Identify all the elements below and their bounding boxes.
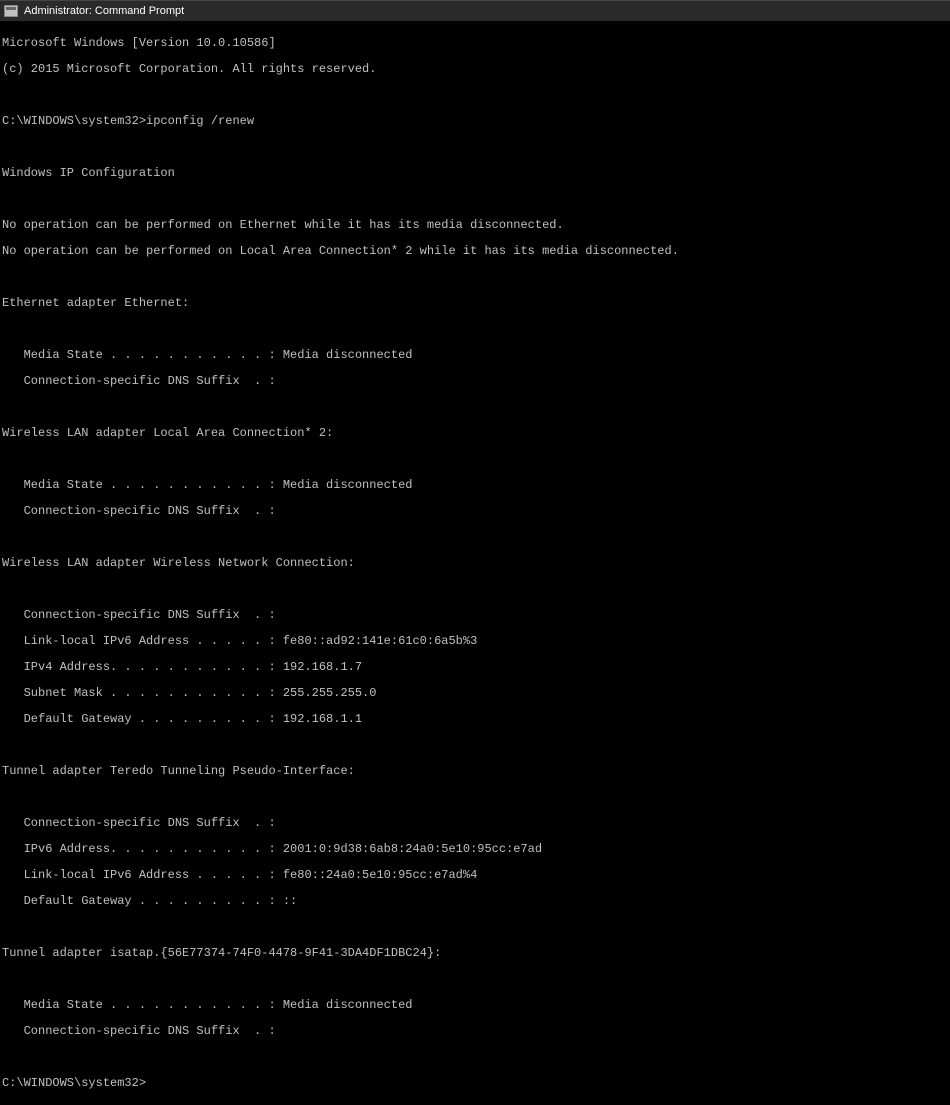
output-line xyxy=(2,271,948,284)
output-line: IPv4 Address. . . . . . . . . . . : 192.… xyxy=(2,661,948,674)
output-line: Connection-specific DNS Suffix . : xyxy=(2,609,948,622)
output-line: Subnet Mask . . . . . . . . . . . : 255.… xyxy=(2,687,948,700)
output-line: Connection-specific DNS Suffix . : xyxy=(2,817,948,830)
output-line: Tunnel adapter Teredo Tunneling Pseudo-I… xyxy=(2,765,948,778)
output-line: Microsoft Windows [Version 10.0.10586] xyxy=(2,37,948,50)
output-line: Wireless LAN adapter Local Area Connecti… xyxy=(2,427,948,440)
output-line xyxy=(2,193,948,206)
window-titlebar[interactable]: Administrator: Command Prompt xyxy=(0,0,950,22)
output-line: Link-local IPv6 Address . . . . . : fe80… xyxy=(2,869,948,882)
output-line xyxy=(2,791,948,804)
prompt-line: C:\WINDOWS\system32>ipconfig /renew xyxy=(2,115,948,128)
output-line: Ethernet adapter Ethernet: xyxy=(2,297,948,310)
output-line: (c) 2015 Microsoft Corporation. All righ… xyxy=(2,63,948,76)
output-line: Default Gateway . . . . . . . . . : :: xyxy=(2,895,948,908)
output-line xyxy=(2,323,948,336)
output-line xyxy=(2,973,948,986)
output-line xyxy=(2,583,948,596)
output-line xyxy=(2,739,948,752)
output-line xyxy=(2,401,948,414)
output-line xyxy=(2,1051,948,1064)
output-line: Media State . . . . . . . . . . . : Medi… xyxy=(2,479,948,492)
output-line: Link-local IPv6 Address . . . . . : fe80… xyxy=(2,635,948,648)
output-line xyxy=(2,89,948,102)
output-line: No operation can be performed on Etherne… xyxy=(2,219,948,232)
output-line xyxy=(2,921,948,934)
terminal-output[interactable]: Microsoft Windows [Version 10.0.10586] (… xyxy=(0,22,950,1105)
output-line: Default Gateway . . . . . . . . . : 192.… xyxy=(2,713,948,726)
prompt-line: C:\WINDOWS\system32> xyxy=(2,1077,948,1090)
window-title: Administrator: Command Prompt xyxy=(24,5,184,17)
output-line: Media State . . . . . . . . . . . : Medi… xyxy=(2,349,948,362)
output-line: Connection-specific DNS Suffix . : xyxy=(2,1025,948,1038)
output-line: Connection-specific DNS Suffix . : xyxy=(2,375,948,388)
output-line: IPv6 Address. . . . . . . . . . . : 2001… xyxy=(2,843,948,856)
output-line: Connection-specific DNS Suffix . : xyxy=(2,505,948,518)
output-line: Media State . . . . . . . . . . . : Medi… xyxy=(2,999,948,1012)
output-line xyxy=(2,141,948,154)
output-line xyxy=(2,531,948,544)
output-line xyxy=(2,453,948,466)
cmd-icon xyxy=(4,5,18,17)
output-line: Wireless LAN adapter Wireless Network Co… xyxy=(2,557,948,570)
output-line: Windows IP Configuration xyxy=(2,167,948,180)
output-line: Tunnel adapter isatap.{56E77374-74F0-447… xyxy=(2,947,948,960)
output-line: No operation can be performed on Local A… xyxy=(2,245,948,258)
